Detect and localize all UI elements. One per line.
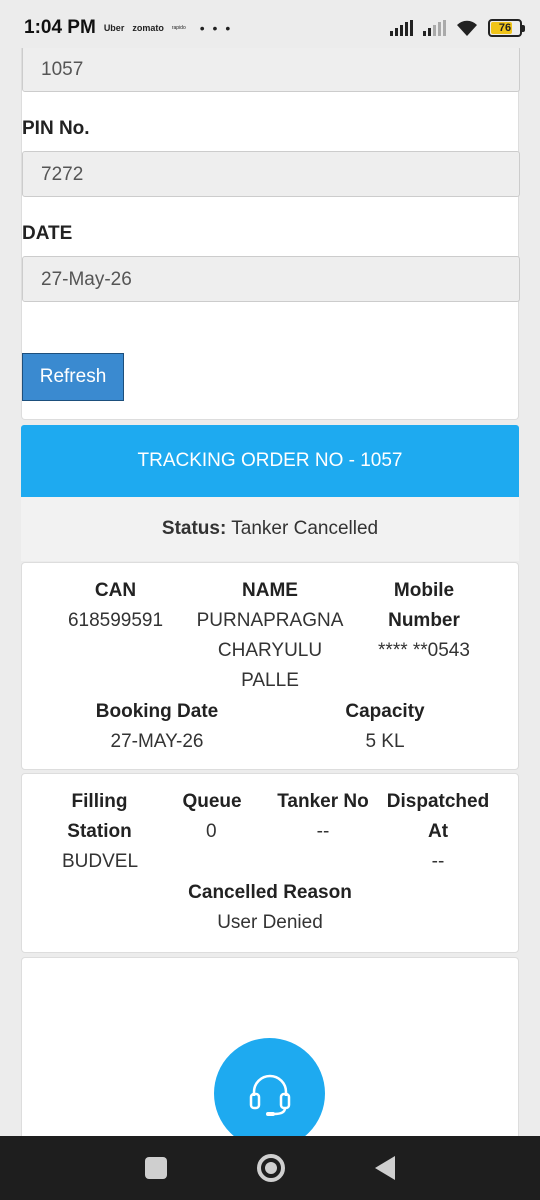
order-status: Status: Tanker Cancelled xyxy=(21,497,519,561)
notification-icons: Uber zomato rapido xyxy=(104,23,186,33)
order-number-field[interactable]: 1057 xyxy=(22,48,520,92)
can-label: CAN xyxy=(94,580,137,601)
dispatched-label-line-2: At xyxy=(427,821,449,842)
zomato-notification-icon: zomato xyxy=(132,23,164,33)
mobile-label-line-1: Mobile xyxy=(393,580,455,601)
filling-station-value: BUDVEL xyxy=(62,851,139,872)
cancelled-reason-value: User Denied xyxy=(217,912,323,933)
dispatched-label-line-1: Dispatched xyxy=(386,791,490,812)
status-label: Status: xyxy=(161,518,227,539)
capacity-value: 5 KL xyxy=(365,731,405,752)
more-notifications-icon: • • • xyxy=(199,20,233,36)
booking-date-label: Booking Date xyxy=(95,701,219,722)
name-line-3: PALLE xyxy=(241,670,299,691)
name-line-2: CHARYULU xyxy=(217,640,323,661)
tracking-order-header: TRACKING ORDER NO - 1057 xyxy=(21,425,519,497)
mobile-cell: Mobile Number **** **0543 xyxy=(358,576,490,666)
dispatch-details-card: Filling Station BUDVEL Queue 0 Tanker No… xyxy=(21,773,519,953)
battery-percent: 76 xyxy=(498,22,512,34)
queue-value: 0 xyxy=(206,821,217,842)
name-line-1: PURNAPRAGNA xyxy=(196,610,344,631)
rapido-notification-icon: rapido xyxy=(171,25,186,31)
capacity-cell: Capacity 5 KL xyxy=(290,697,480,757)
can-cell: CAN 618599591 xyxy=(44,576,187,636)
home-icon[interactable] xyxy=(257,1154,285,1182)
capacity-label: Capacity xyxy=(345,701,425,722)
status-value: Tanker Cancelled xyxy=(231,518,379,539)
pin-label: PIN No. xyxy=(22,118,90,139)
tanker-no-label: Tanker No xyxy=(277,791,369,812)
mobile-label-line-2: Number xyxy=(388,610,460,631)
filling-station-label-line-1: Filling xyxy=(71,791,128,812)
page-content: 1057 PIN No. 7272 DATE 27-May-26 Refresh… xyxy=(0,48,540,1136)
date-field[interactable]: 27-May-26 xyxy=(22,256,520,302)
order-search-form: 1057 PIN No. 7272 DATE 27-May-26 Refresh xyxy=(21,48,520,420)
dispatched-at-cell: Dispatched At -- xyxy=(382,787,494,877)
tanker-no-value: -- xyxy=(316,821,330,842)
booking-date-cell: Booking Date 27-MAY-26 xyxy=(62,697,252,757)
pin-field[interactable]: 7272 xyxy=(22,151,520,197)
queue-label: Queue xyxy=(182,791,242,812)
cancelled-reason-cell: Cancelled Reason User Denied xyxy=(122,878,418,938)
refresh-button[interactable]: Refresh xyxy=(22,353,124,401)
wifi-icon xyxy=(457,20,477,36)
battery-icon: 76 xyxy=(488,19,525,37)
dispatched-value: -- xyxy=(431,851,445,872)
cell-signal-icon xyxy=(390,20,413,36)
filling-station-label-line-2: Station xyxy=(67,821,132,842)
back-icon[interactable] xyxy=(375,1156,395,1180)
can-value: 618599591 xyxy=(67,610,164,631)
system-navigation-bar xyxy=(0,1136,540,1200)
booking-date-value: 27-MAY-26 xyxy=(110,731,204,752)
name-cell: NAME PURNAPRAGNA CHARYULU PALLE xyxy=(194,576,346,696)
clock: 1:04 PM xyxy=(24,17,96,38)
queue-cell: Queue 0 xyxy=(172,787,252,847)
uber-notification-icon: Uber xyxy=(103,23,125,33)
name-label: NAME xyxy=(242,580,298,601)
mobile-value: **** **0543 xyxy=(378,640,470,661)
recent-apps-icon[interactable] xyxy=(145,1157,167,1179)
headset-icon xyxy=(249,1074,290,1116)
tanker-no-cell: Tanker No -- xyxy=(268,787,378,847)
customer-details-card: CAN 618599591 NAME PURNAPRAGNA CHARYULU … xyxy=(21,562,519,770)
date-label: DATE xyxy=(22,223,73,244)
cell-signal-2-icon xyxy=(423,20,446,36)
filling-station-cell: Filling Station BUDVEL xyxy=(28,787,171,877)
cancelled-reason-label: Cancelled Reason xyxy=(188,882,352,903)
